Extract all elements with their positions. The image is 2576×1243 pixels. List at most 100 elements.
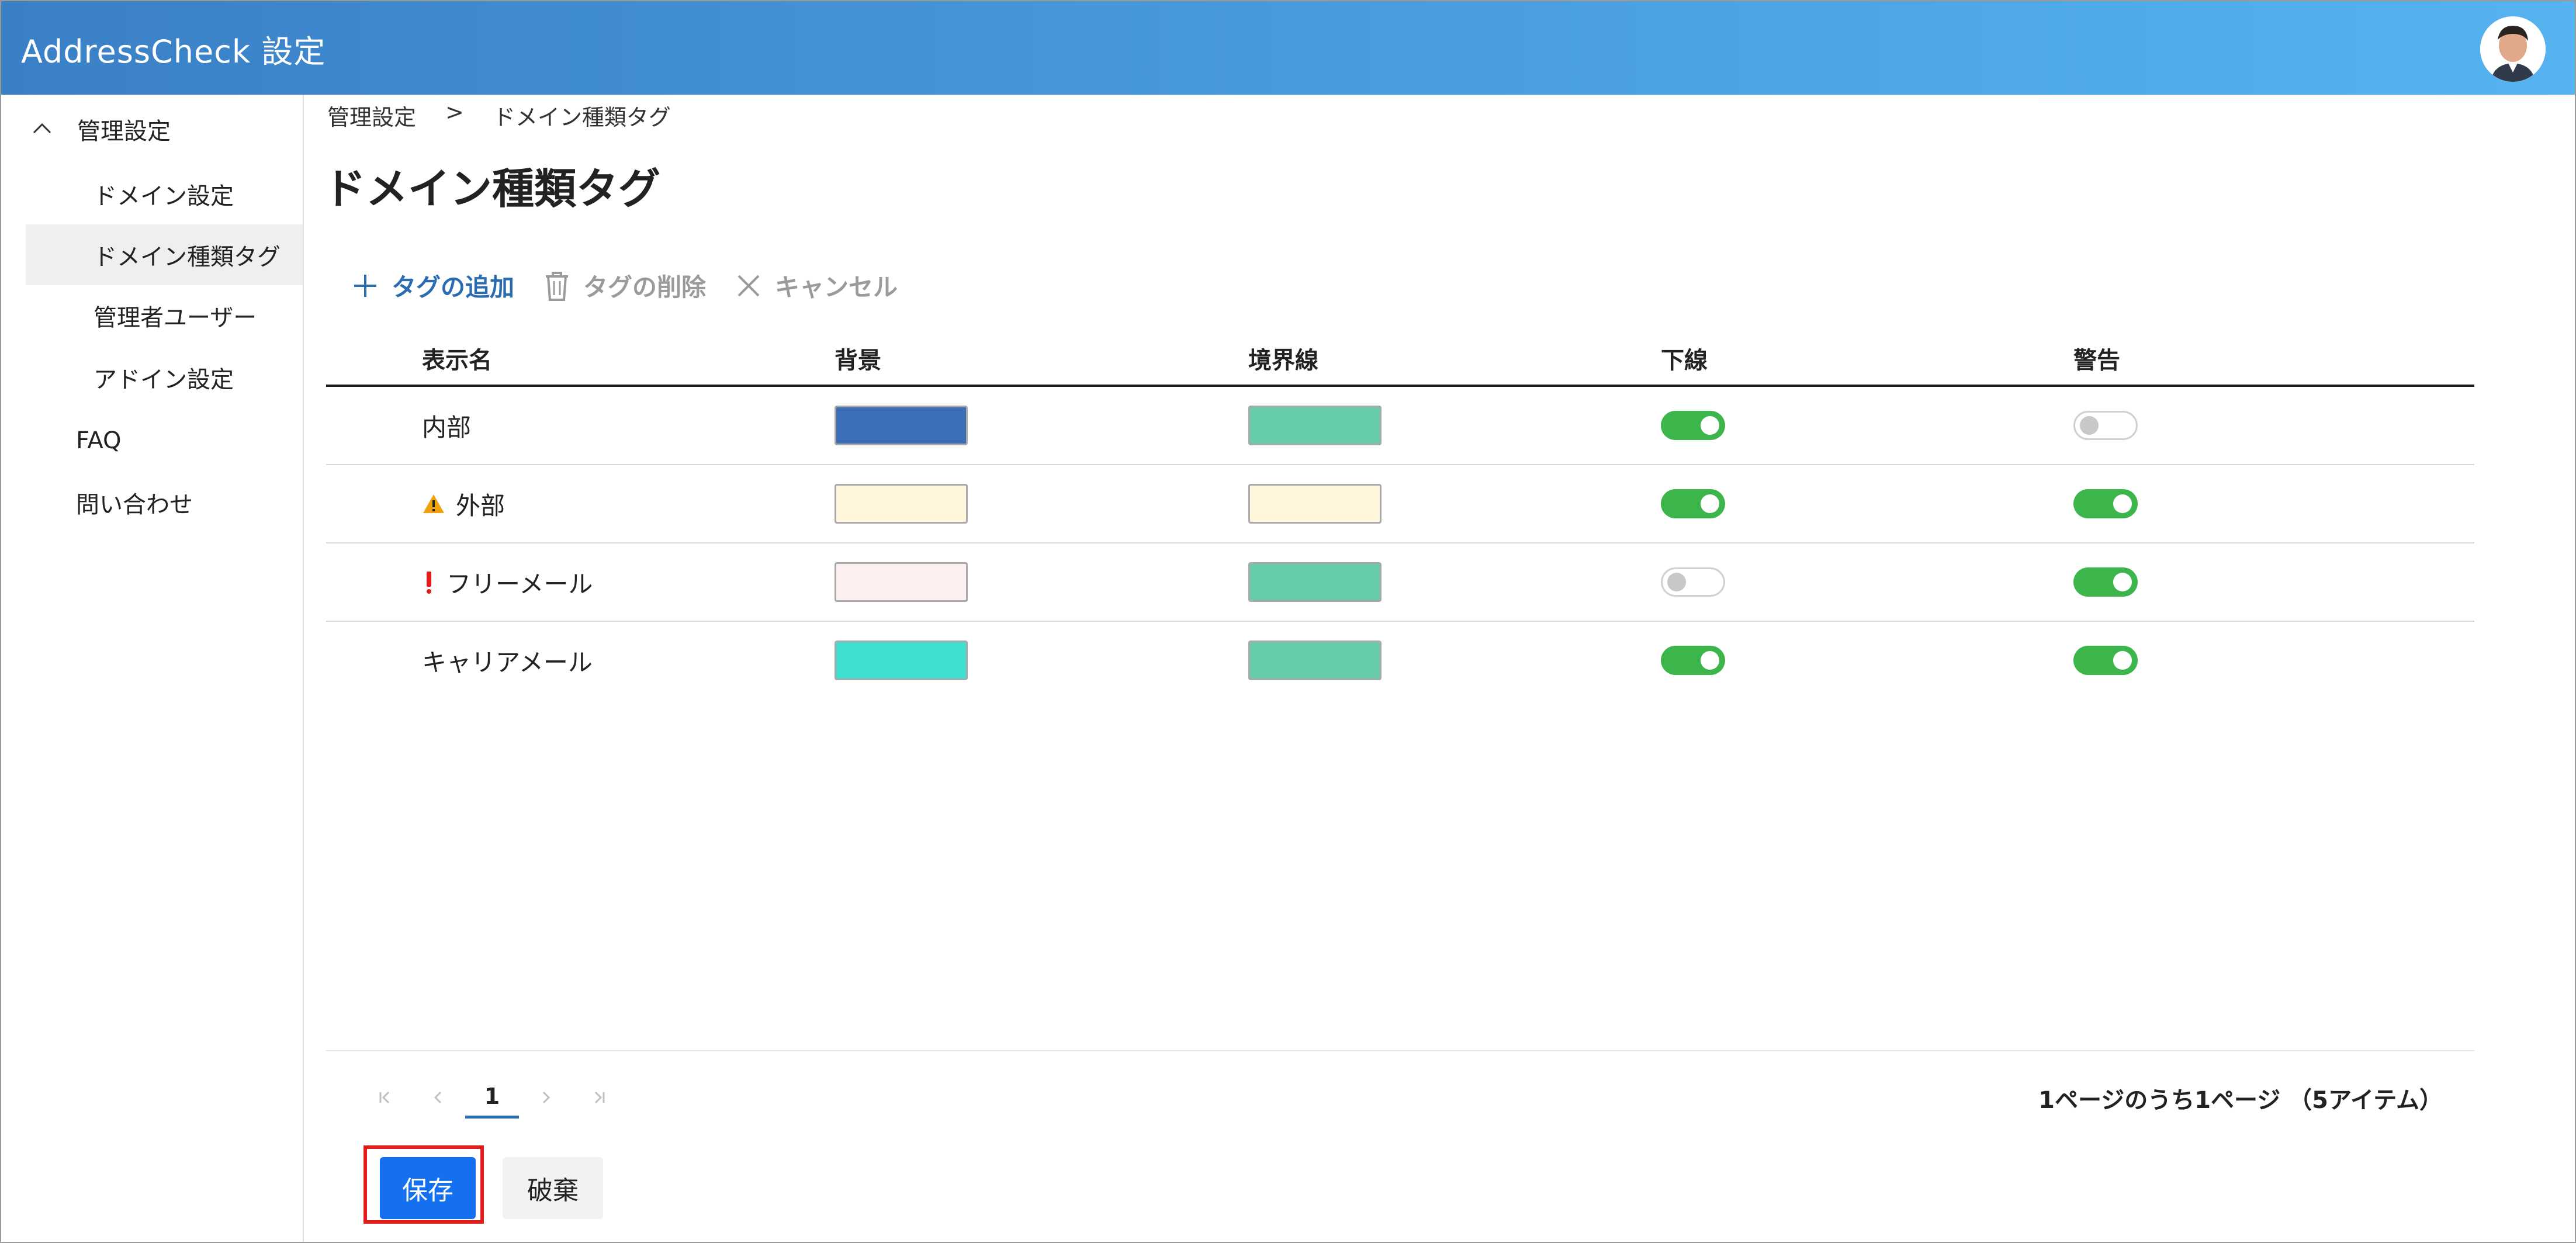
warning-toggle[interactable] (2073, 567, 2138, 597)
warning-toggle[interactable] (2073, 489, 2138, 518)
discard-button[interactable]: 破棄 (503, 1157, 603, 1219)
sidebar-item-label: ドメイン設定 (94, 183, 234, 210)
cell-border (1248, 622, 1382, 699)
chevron-up-icon (33, 123, 51, 134)
sidebar-item-admin-users[interactable]: 管理者ユーザー (26, 285, 303, 346)
table-header: 表示名 背景 境界線 下線 警告 (326, 328, 2474, 387)
cell-warning (2073, 387, 2138, 464)
background-color-picker[interactable] (835, 640, 968, 680)
border-color-picker[interactable] (1248, 406, 1382, 445)
toggle-knob (1701, 651, 1719, 670)
toggle-knob (2113, 573, 2132, 591)
first-page-icon (379, 1091, 390, 1104)
underline-toggle[interactable] (1661, 489, 1725, 518)
footer-divider (326, 1050, 2474, 1051)
app-window: AddressCheck 設定 管理設定 ドメイン設定 ドメイン種類タグ 管理者… (0, 0, 2576, 1243)
breadcrumb-parent[interactable]: 管理設定 (327, 99, 416, 131)
previous-page-button[interactable] (411, 1076, 465, 1119)
table-row[interactable]: 外部 (326, 465, 2474, 543)
sidebar-item-label: アドイン設定 (94, 366, 234, 393)
border-color-picker[interactable] (1248, 562, 1382, 602)
cell-border (1248, 465, 1382, 542)
tag-name: フリーメール (446, 569, 593, 598)
background-color-picker[interactable] (835, 484, 968, 524)
cell-background (835, 465, 968, 542)
app-header: AddressCheck 設定 (1, 1, 2575, 95)
cell-background (835, 543, 968, 621)
toggle-knob (1667, 573, 1686, 591)
table-row[interactable]: キャリアメール (326, 622, 2474, 699)
sidebar-group-label: 管理設定 (77, 118, 171, 145)
tag-name: 外部 (456, 491, 505, 520)
sidebar-item-domain-settings[interactable]: ドメイン設定 (26, 164, 303, 224)
cell-display-name: キャリアメール (422, 622, 593, 699)
cell-border (1248, 543, 1382, 621)
background-color-picker[interactable] (835, 562, 968, 602)
avatar[interactable] (2480, 16, 2546, 82)
cell-warning (2073, 543, 2138, 621)
column-header-display-name[interactable]: 表示名 (422, 341, 492, 375)
cell-warning (2073, 465, 2138, 542)
cancel-label: キャンセル (775, 273, 898, 302)
tag-name: 内部 (422, 413, 472, 442)
cell-underline (1661, 543, 1725, 621)
chevron-left-icon (434, 1091, 442, 1104)
sidebar: 管理設定 ドメイン設定 ドメイン種類タグ 管理者ユーザー アドイン設定 FAQ … (1, 95, 304, 1242)
app-title: AddressCheck 設定 (21, 33, 326, 70)
background-color-picker[interactable] (835, 406, 968, 445)
page-number-current[interactable]: 1 (465, 1076, 519, 1119)
add-tag-button[interactable]: タグの追加 (351, 268, 514, 303)
first-page-button[interactable] (358, 1076, 411, 1119)
toggle-knob (2080, 416, 2099, 435)
chevron-right-icon (542, 1091, 550, 1104)
sidebar-item-contact[interactable]: 問い合わせ (26, 472, 303, 533)
page-title: ドメイン種類タグ (324, 164, 661, 213)
save-button[interactable]: 保存 (380, 1157, 476, 1219)
breadcrumb-separator: > (445, 99, 464, 125)
sidebar-item-faq[interactable]: FAQ (26, 410, 303, 471)
sidebar-item-domain-type-tags[interactable]: ドメイン種類タグ (26, 224, 303, 285)
border-color-picker[interactable] (1248, 484, 1382, 524)
trash-icon (546, 271, 569, 301)
cell-underline (1661, 387, 1725, 464)
warning-toggle[interactable] (2073, 646, 2138, 675)
sidebar-item-label: 問い合わせ (76, 491, 193, 518)
table-row[interactable]: フリーメール (326, 543, 2474, 622)
underline-toggle[interactable] (1661, 646, 1725, 675)
pagination-info: 1ページのうち1ページ （5アイテム） (2038, 1087, 2443, 1114)
sidebar-item-label: ドメイン種類タグ (94, 244, 281, 271)
cell-display-name: 内部 (422, 387, 471, 464)
table-row[interactable]: 内部 (326, 387, 2474, 465)
underline-toggle[interactable] (1661, 567, 1725, 597)
warning-triangle-icon (422, 493, 445, 514)
cell-display-name: フリーメール (422, 543, 593, 621)
sidebar-group-admin-settings[interactable]: 管理設定 (29, 112, 171, 146)
pagination: 1 (358, 1076, 626, 1119)
next-page-button[interactable] (519, 1076, 573, 1119)
underline-toggle[interactable] (1661, 411, 1725, 440)
delete-tag-button[interactable]: タグの削除 (542, 268, 706, 303)
cancel-button[interactable]: キャンセル (734, 268, 898, 303)
column-header-border[interactable]: 境界線 (1248, 341, 1318, 375)
breadcrumb: 管理設定 > ドメイン種類タグ (327, 99, 671, 131)
toolbar: タグの追加 タグの削除 キャンセル (351, 268, 926, 303)
cell-background (835, 387, 968, 464)
sidebar-item-addin-settings[interactable]: アドイン設定 (26, 347, 303, 408)
sidebar-item-label: FAQ (76, 427, 122, 454)
cell-underline (1661, 465, 1725, 542)
border-color-picker[interactable] (1248, 640, 1382, 680)
column-header-underline[interactable]: 下線 (1661, 341, 1708, 375)
toggle-knob (2113, 651, 2132, 670)
warning-toggle[interactable] (2073, 411, 2138, 440)
sidebar-item-label: 管理者ユーザー (94, 304, 257, 331)
last-page-button[interactable] (573, 1076, 626, 1119)
cell-background (835, 622, 968, 699)
cell-underline (1661, 622, 1725, 699)
toggle-knob (1701, 416, 1719, 435)
column-header-warning[interactable]: 警告 (2073, 341, 2120, 375)
breadcrumb-current: ドメイン種類タグ (493, 105, 671, 130)
close-icon (738, 275, 760, 296)
cell-border (1248, 387, 1382, 464)
column-header-background[interactable]: 背景 (835, 341, 881, 375)
exclamation-icon (422, 569, 436, 595)
